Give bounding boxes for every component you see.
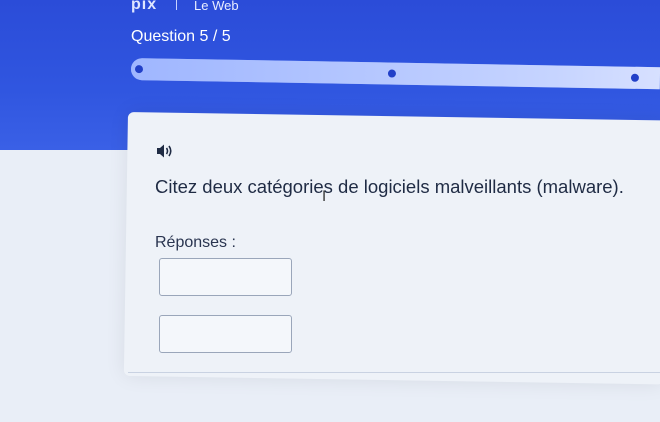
text-cursor-icon: I — [322, 189, 327, 205]
speaker-icon[interactable] — [155, 142, 175, 160]
pix-logo: pix — [131, 0, 158, 13]
answer-field-1[interactable] — [159, 258, 292, 296]
answers-label: Réponses : — [155, 234, 236, 251]
progress-step-dot — [387, 69, 397, 78]
card-divider — [128, 372, 660, 373]
assessment-context: Le Web — [194, 0, 239, 13]
progress-bar — [130, 58, 660, 90]
question-counter: Question 5 / 5 — [131, 28, 231, 45]
question-text: Citez deux catégories de logiciels malve… — [155, 176, 624, 197]
answer-field-2[interactable] — [159, 315, 292, 353]
brand-separator — [176, 0, 177, 10]
